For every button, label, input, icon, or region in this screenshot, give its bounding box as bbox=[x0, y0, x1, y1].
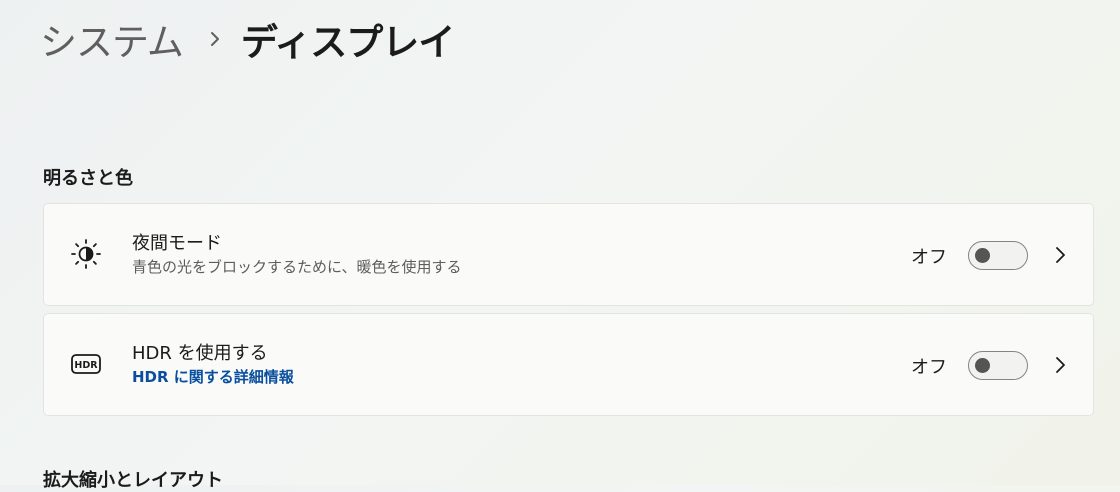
section-title-brightness-color: 明るさと色 bbox=[43, 168, 133, 189]
hdr-learn-more-link[interactable]: HDR に関する詳細情報 bbox=[132, 366, 294, 388]
breadcrumb: システム ディスプレイ bbox=[40, 12, 455, 66]
setting-card-night-mode[interactable]: 夜間モード 青色の光をブロックするために、暖色を使用する オフ bbox=[43, 203, 1094, 306]
toggle-knob bbox=[975, 248, 990, 263]
chevron-right-icon bbox=[209, 30, 221, 48]
setting-card-hdr[interactable]: HDR HDR を使用する HDR に関する詳細情報 オフ bbox=[43, 313, 1094, 416]
hdr-state-label: オフ bbox=[911, 357, 947, 378]
night-mode-state-label: オフ bbox=[911, 247, 947, 268]
breadcrumb-parent-system[interactable]: システム bbox=[40, 12, 184, 66]
svg-text:HDR: HDR bbox=[74, 360, 98, 371]
hdr-toggle[interactable] bbox=[968, 351, 1028, 380]
night-mode-toggle[interactable] bbox=[968, 241, 1028, 270]
hdr-icon: HDR bbox=[70, 348, 102, 380]
night-mode-icon bbox=[70, 238, 102, 270]
setting-title-hdr: HDR を使用する bbox=[132, 343, 268, 364]
setting-description-night-mode: 青色の光をブロックするために、暖色を使用する bbox=[132, 258, 462, 276]
page-title: ディスプレイ bbox=[240, 21, 455, 64]
chevron-right-icon[interactable] bbox=[1052, 245, 1068, 265]
section-title-scale-layout: 拡大縮小とレイアウト bbox=[43, 470, 223, 491]
setting-title-night-mode: 夜間モード bbox=[132, 233, 222, 254]
chevron-right-icon[interactable] bbox=[1052, 355, 1068, 375]
toggle-knob bbox=[975, 358, 990, 373]
